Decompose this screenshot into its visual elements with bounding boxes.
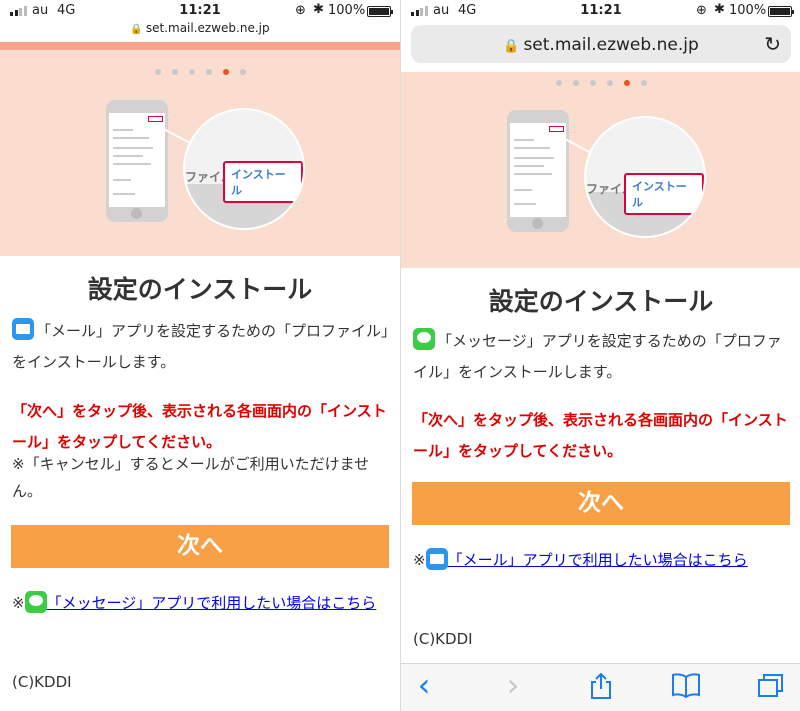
hero-banner: ファイル インストール: [0, 50, 400, 256]
lock-icon: 🔒: [503, 39, 520, 54]
carousel-dot[interactable]: [589, 80, 596, 86]
address-bar[interactable]: 🔒 set.mail.ezweb.ne.jp ↻: [411, 25, 791, 63]
carousel-dots[interactable]: [0, 69, 400, 75]
status-bar: au 4G 11:21 ⊕ ✱ 100%: [0, 0, 400, 22]
carousel-dot[interactable]: [188, 69, 195, 75]
carousel-dot[interactable]: [205, 69, 212, 75]
instruction-text: 「次へ」をタップ後、表示される各画面内の「インストール」をタップしてください。: [413, 411, 788, 460]
instruction-text: 「次へ」をタップ後、表示される各画面内の「インストール」をタップしてください。: [12, 402, 387, 451]
alt-app-link[interactable]: 「メッセージ」アプリで利用したい場合はこちら: [47, 594, 377, 612]
illus-install-label: インストール: [624, 173, 704, 215]
book-icon[interactable]: [669, 672, 703, 704]
alt-app-link-row: ※ 「メッセージ」アプリで利用したい場合はこちら: [12, 585, 390, 622]
url-text: set.mail.ezweb.ne.jp: [523, 35, 699, 55]
url-text: set.mail.ezweb.ne.jp: [145, 21, 270, 35]
right-screen: au 4G 11:21 ⊕ ✱ 100% 🔒 set.mail.ezweb.ne.…: [400, 0, 800, 711]
rotation-lock-icon: ⊕: [295, 3, 306, 18]
messages-app-icon: [413, 328, 435, 350]
copyright: (C)KDDI: [413, 630, 473, 648]
carousel-dot[interactable]: [623, 80, 630, 86]
carousel-dot[interactable]: [572, 80, 579, 86]
back-button[interactable]: ‹: [407, 666, 441, 704]
battery-icon: [768, 6, 794, 17]
carousel-dot[interactable]: [239, 69, 246, 75]
lock-icon: 🔒: [130, 24, 143, 35]
carousel-dot[interactable]: [222, 69, 229, 75]
alt-app-link-row: ※ 「メール」アプリで利用したい場合はこちら: [413, 542, 791, 579]
carousel-dot[interactable]: [606, 80, 613, 86]
carousel-dot[interactable]: [640, 80, 647, 86]
magnifier-illustration: ファイル インストール: [584, 116, 706, 238]
carousel-dot[interactable]: [171, 69, 178, 75]
rotation-lock-icon: ⊕: [696, 3, 707, 18]
bluetooth-icon: ✱: [714, 2, 725, 17]
bluetooth-icon: ✱: [313, 2, 324, 17]
share-icon[interactable]: [584, 672, 618, 706]
browser-toolbar: ‹ ›: [401, 663, 800, 711]
forward-button[interactable]: ›: [496, 666, 530, 704]
intro-text: 「メール」アプリを設定するための「プロファイル」をインストールします。: [12, 316, 390, 378]
battery-icon: [367, 6, 393, 17]
next-button[interactable]: 次へ: [11, 525, 389, 568]
left-screen: au 4G 11:21 ⊕ ✱ 100% 🔒 set.mail.ezweb.ne.…: [0, 0, 400, 711]
magnifier-illustration: ファイル インストール: [183, 108, 305, 230]
copyright: (C)KDDI: [12, 673, 72, 691]
status-bar: au 4G 11:21 ⊕ ✱ 100%: [401, 0, 800, 22]
illus-install-label: インストール: [223, 161, 303, 203]
mail-app-icon: [12, 318, 34, 340]
address-bar-collapsed[interactable]: 🔒 set.mail.ezweb.ne.jp: [0, 21, 400, 35]
battery-percent: 100%: [328, 3, 366, 18]
alt-app-link[interactable]: 「メール」アプリで利用したい場合はこちら: [448, 551, 748, 569]
carousel-dot[interactable]: [154, 69, 161, 75]
messages-app-icon: [24, 591, 47, 613]
next-button[interactable]: 次へ: [412, 482, 790, 525]
intro-text: 「メッセージ」アプリを設定するための「プロファイル」をインストールします。: [413, 326, 791, 388]
page-title: 設定のインストール: [87, 275, 313, 304]
tabs-icon[interactable]: [754, 672, 788, 704]
reload-icon[interactable]: ↻: [764, 32, 781, 56]
hero-banner: ファイル インストール: [401, 72, 800, 268]
carousel-dot[interactable]: [555, 80, 562, 86]
header-bar: [0, 42, 400, 50]
page-title: 設定のインストール: [488, 287, 714, 316]
phone-illustration: [507, 110, 569, 232]
cancel-note: ※「キャンセル」するとメールがご利用いただけません。: [12, 455, 370, 500]
carousel-dots[interactable]: [401, 80, 800, 86]
phone-illustration: [106, 100, 168, 222]
battery-percent: 100%: [729, 3, 767, 18]
mail-app-icon: [425, 548, 448, 570]
